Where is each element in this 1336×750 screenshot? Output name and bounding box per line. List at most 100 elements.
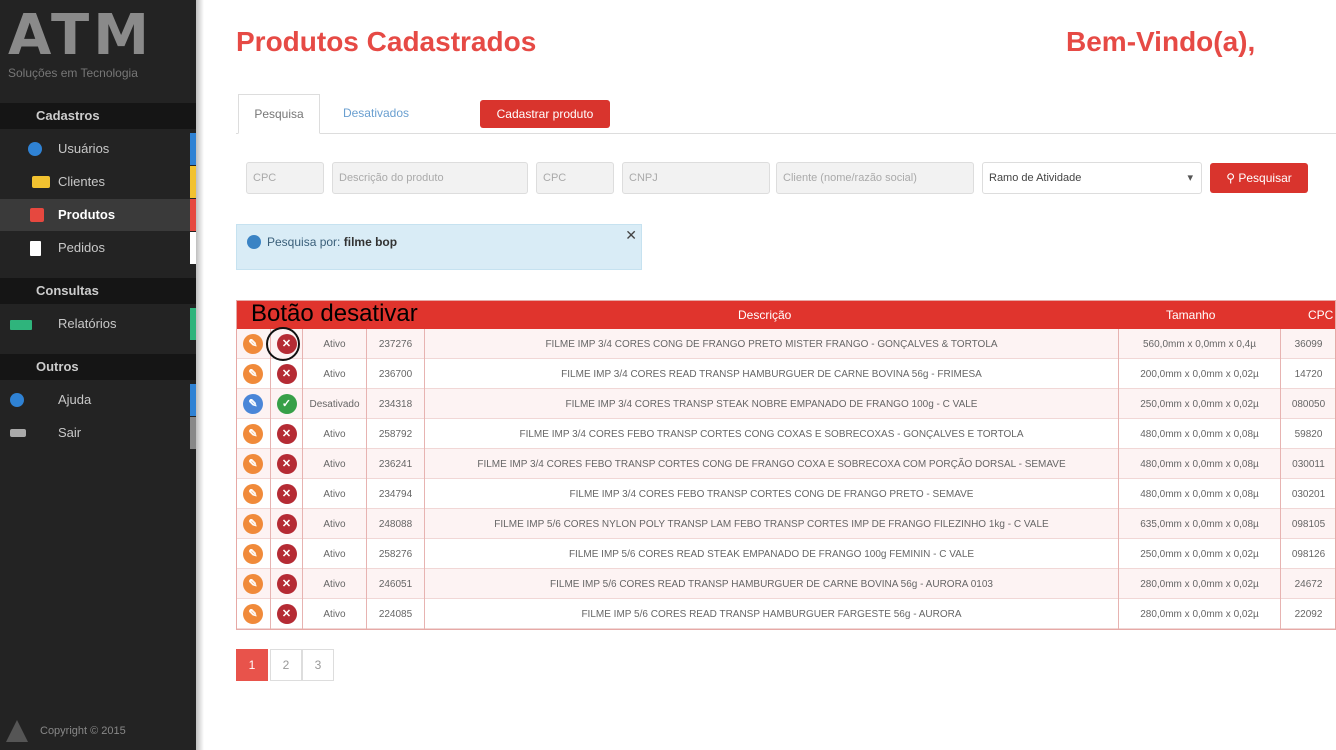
cpc-input[interactable]: CPC: [246, 162, 324, 194]
sidebar-item-produtos[interactable]: Produtos: [0, 199, 196, 231]
deactivate-button[interactable]: ✕: [276, 454, 297, 474]
status-cell: Ativo: [302, 599, 366, 629]
sidebar-item-pedidos[interactable]: Pedidos: [0, 232, 196, 264]
code-cell: 237276: [366, 329, 424, 359]
size-cell: 250,0mm x 0,0mm x 0,02µ: [1118, 389, 1280, 419]
edit-icon[interactable]: ✎: [243, 454, 263, 474]
deactivate-button[interactable]: ✕: [276, 574, 297, 594]
edit-icon[interactable]: ✎: [243, 484, 263, 504]
cpc2-input[interactable]: CPC: [536, 162, 614, 194]
alert-term: filme bop: [343, 235, 398, 249]
search-alert: Pesquisa por: filme bop ✕: [236, 224, 642, 270]
search-button[interactable]: ⚲ Pesquisar: [1210, 163, 1308, 193]
table-row: ✎ ✕ Ativo 248088 FILME IMP 5/6 CORES NYLON P…: [236, 509, 1336, 539]
status-cell: Desativado: [302, 389, 366, 419]
edit-icon[interactable]: ✎: [243, 364, 263, 384]
toggle-cell: ✕: [270, 449, 302, 479]
sidebar-item-relatorios[interactable]: Relatórios: [0, 308, 196, 340]
status-cell: Ativo: [302, 329, 366, 359]
tab-bar: Pesquisa Desativados: [236, 94, 1336, 134]
code-cell: 248088: [366, 509, 424, 539]
toggle-cell: ✕: [270, 539, 302, 569]
size-cell: 480,0mm x 0,0mm x 0,08µ: [1118, 419, 1280, 449]
activity-select[interactable]: Ramo de Atividade: [982, 162, 1202, 194]
toggle-cell: ✓: [270, 389, 302, 419]
edit-icon[interactable]: ✎: [243, 604, 263, 624]
copyright: Copyright © 2015: [6, 720, 126, 742]
edit-icon[interactable]: ✎: [243, 544, 263, 564]
sidebar-item-label: Ajuda: [58, 392, 92, 407]
cnpj-input[interactable]: CNPJ: [622, 162, 770, 194]
edit-icon[interactable]: ✎: [243, 394, 263, 414]
toggle-cell: ✕: [270, 479, 302, 509]
alert-prefix: Pesquisa por:: [267, 235, 341, 249]
page-1[interactable]: 1: [236, 649, 268, 681]
cpc-cell: 24672: [1280, 569, 1336, 599]
toggle-cell: ✕: [270, 509, 302, 539]
orders-icon: [30, 241, 41, 256]
sidebar-item-ajuda[interactable]: Ajuda: [0, 384, 196, 416]
description-cell: FILME IMP 3/4 CORES CONG DE FRANGO PRETO…: [424, 329, 1118, 359]
add-product-button[interactable]: Cadastrar produto: [480, 100, 610, 128]
section-outros: Outros: [0, 354, 196, 380]
activate-button[interactable]: ✓: [276, 394, 297, 414]
edit-icon[interactable]: ✎: [243, 574, 263, 594]
description-cell: FILME IMP 3/4 CORES TRANSP STEAK NOBRE E…: [424, 389, 1118, 419]
tab-pesquisa[interactable]: Pesquisa: [238, 94, 320, 134]
code-cell: 246051: [366, 569, 424, 599]
close-icon[interactable]: ✕: [625, 227, 637, 244]
description-cell: FILME IMP 5/6 CORES READ TRANSP HAMBURGU…: [424, 599, 1118, 629]
deactivate-button[interactable]: ✕: [276, 424, 297, 444]
cpc-cell: 098105: [1280, 509, 1336, 539]
products-table: Descrição Tamanho CPC ✎ ✕ Ativo 237276 FILME…: [236, 300, 1336, 629]
deactivate-button[interactable]: ✕: [276, 544, 297, 564]
table-row: ✎ ✕ Ativo 234794 FILME IMP 3/4 CORES FEBO TR…: [236, 479, 1336, 509]
code-cell: 234318: [366, 389, 424, 419]
alert-text: Pesquisa por: filme bop: [267, 235, 397, 249]
deactivate-button[interactable]: ✕: [276, 604, 297, 624]
edit-cell: ✎: [236, 539, 270, 569]
cpc-cell: 22092: [1280, 599, 1336, 629]
cpc-cell: 36099: [1280, 329, 1336, 359]
header-tamanho: Tamanho: [1166, 308, 1216, 322]
table-row: ✎ ✕ Ativo 246051 FILME IMP 5/6 CORES READ TR…: [236, 569, 1336, 599]
logo-subtitle: Soluções em Tecnologia: [8, 66, 138, 80]
deactivate-button[interactable]: ✕: [276, 514, 297, 534]
search-icon: ⚲: [1226, 171, 1239, 185]
sidebar-accent: [190, 232, 196, 264]
chart-icon: [10, 320, 32, 330]
logo-mark-icon: [6, 720, 28, 742]
edit-cell: ✎: [236, 479, 270, 509]
client-input[interactable]: Cliente (nome/razão social): [776, 162, 974, 194]
sidebar-item-label: Produtos: [58, 207, 116, 222]
toggle-cell: ✕: [270, 419, 302, 449]
status-cell: Ativo: [302, 419, 366, 449]
description-input[interactable]: Descrição do produto: [332, 162, 528, 194]
edit-icon[interactable]: ✎: [243, 424, 263, 444]
size-cell: 200,0mm x 0,0mm x 0,02µ: [1118, 359, 1280, 389]
annotation-label: Botão desativar: [251, 300, 418, 327]
deactivate-button[interactable]: ✕: [276, 484, 297, 504]
status-cell: Ativo: [302, 539, 366, 569]
page-2[interactable]: 2: [270, 649, 302, 681]
sidebar-item-clientes[interactable]: Clientes: [0, 166, 196, 198]
sidebar-item-label: Clientes: [58, 174, 105, 189]
toggle-cell: ✕: [270, 599, 302, 629]
table-row: ✎ ✕ Ativo 258276 FILME IMP 5/6 CORES READ ST…: [236, 539, 1336, 569]
size-cell: 480,0mm x 0,0mm x 0,08µ: [1118, 479, 1280, 509]
edit-icon[interactable]: ✎: [243, 514, 263, 534]
info-icon: [247, 235, 261, 249]
deactivate-button[interactable]: ✕: [276, 364, 297, 384]
page-3[interactable]: 3: [302, 649, 334, 681]
edit-icon[interactable]: ✎: [243, 334, 263, 354]
sidebar-item-usuarios[interactable]: Usuários: [0, 133, 196, 165]
header-cpc: CPC: [1308, 308, 1334, 322]
size-cell: 280,0mm x 0,0mm x 0,02µ: [1118, 569, 1280, 599]
edit-cell: ✎: [236, 389, 270, 419]
sidebar-accent: [190, 133, 196, 165]
size-cell: 560,0mm x 0,0mm x 0,4µ: [1118, 329, 1280, 359]
description-cell: FILME IMP 3/4 CORES FEBO TRANSP CORTES C…: [424, 419, 1118, 449]
sidebar-item-sair[interactable]: Sair: [0, 417, 196, 449]
users-icon: [28, 142, 42, 156]
tab-desativados[interactable]: Desativados: [324, 94, 428, 134]
